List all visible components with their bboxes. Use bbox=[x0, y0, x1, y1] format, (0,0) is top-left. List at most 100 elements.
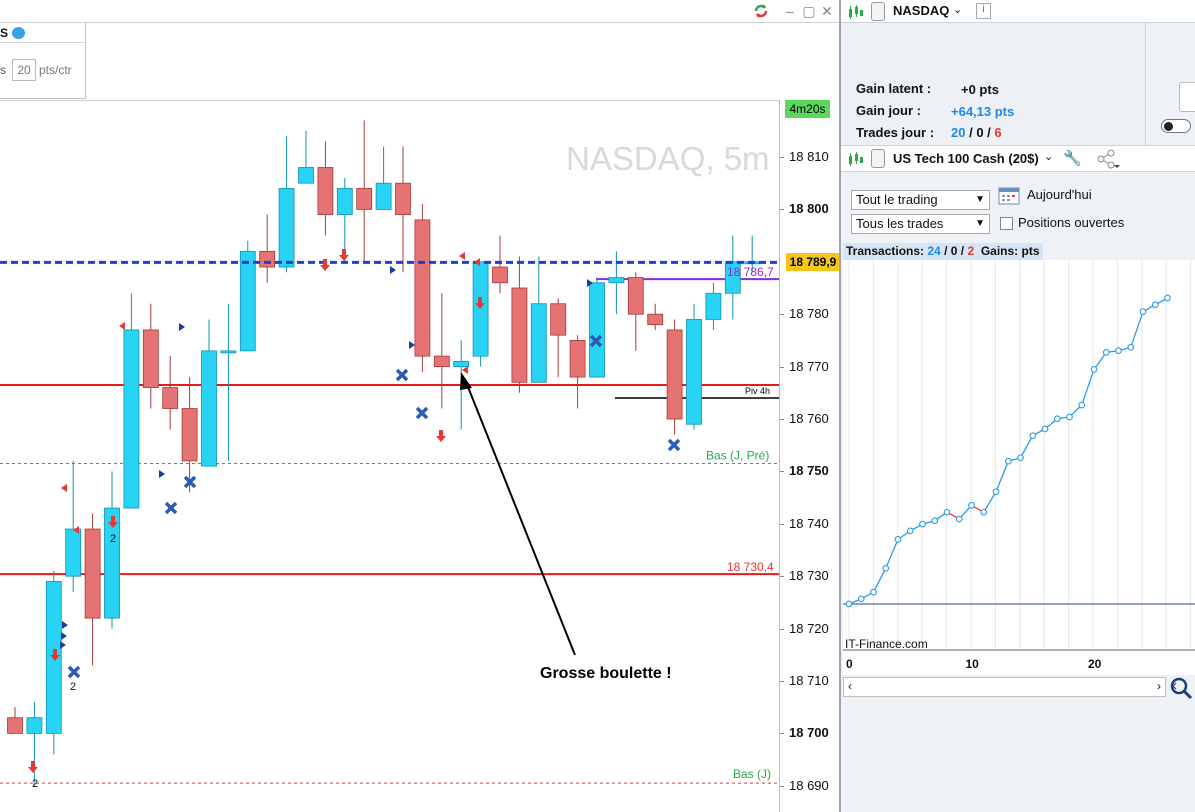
candle-body[interactable] bbox=[65, 528, 82, 577]
gains-summary: Gain latent : +0 pts Gain jour : +64,13 … bbox=[841, 23, 1146, 145]
pts-input[interactable]: 20 bbox=[12, 59, 36, 81]
candle-body[interactable] bbox=[705, 292, 722, 320]
candle-body[interactable] bbox=[123, 329, 140, 509]
trading-filter-select[interactable]: Tout le trading ▼ bbox=[851, 190, 990, 210]
info-icon[interactable]: i bbox=[976, 3, 991, 19]
candle-body[interactable] bbox=[220, 350, 237, 354]
equity-curve-chart[interactable]: IT-Finance.com 0 10 20 bbox=[843, 260, 1195, 675]
equity-point bbox=[980, 508, 988, 516]
candle-body[interactable] bbox=[162, 387, 179, 409]
calendar-icon[interactable] bbox=[998, 185, 1022, 210]
wrench-icon[interactable]: 🔧 bbox=[1063, 149, 1082, 167]
candle-body[interactable] bbox=[589, 282, 605, 378]
close-icon[interactable]: ✕ bbox=[818, 2, 836, 20]
trades-filter-select[interactable]: Tous les trades ▼ bbox=[851, 214, 990, 234]
axis-tick bbox=[780, 628, 784, 630]
candles-icon-2[interactable] bbox=[847, 151, 865, 170]
entry-marker bbox=[409, 341, 415, 349]
toggle-switch[interactable] bbox=[1161, 119, 1191, 133]
price-axis[interactable]: 18 810 18 800 18 780 18 770 18 760 18 750 18 7… bbox=[779, 100, 840, 812]
equity-point bbox=[1127, 343, 1135, 351]
trades-jour-losses: 6 bbox=[994, 125, 1002, 140]
equity-scrollbar[interactable]: ‹ › bbox=[843, 677, 1166, 697]
open-positions-label[interactable]: Positions ouvertes bbox=[1018, 215, 1124, 230]
candle-body[interactable] bbox=[453, 360, 470, 367]
candle-body[interactable] bbox=[317, 167, 334, 216]
chevron-down-icon[interactable]: ⌄ bbox=[953, 3, 962, 16]
candle-body[interactable] bbox=[530, 303, 547, 383]
share-icon[interactable] bbox=[1096, 149, 1120, 172]
axis-tick-label: 18 710 bbox=[789, 673, 829, 688]
chat-icon[interactable] bbox=[12, 27, 25, 39]
down-arrow-marker bbox=[320, 259, 330, 271]
link-icon-2[interactable] bbox=[871, 149, 885, 168]
candle-body[interactable] bbox=[433, 355, 450, 367]
candle-body[interactable] bbox=[298, 167, 314, 184]
annotation-text: Grosse boulette ! bbox=[540, 665, 672, 682]
candle-body[interactable] bbox=[492, 266, 508, 284]
candle-body[interactable] bbox=[239, 250, 256, 352]
candle-body[interactable] bbox=[569, 339, 586, 378]
candle-body[interactable] bbox=[647, 313, 664, 326]
order-panel-header: S bbox=[0, 26, 86, 43]
axis-tick-label: 18 730 bbox=[789, 568, 829, 584]
candle-body[interactable] bbox=[375, 182, 392, 210]
open-positions-checkbox[interactable] bbox=[1000, 217, 1013, 230]
equity-point bbox=[1053, 415, 1061, 423]
candle-body[interactable] bbox=[414, 219, 431, 357]
equity-point bbox=[857, 595, 865, 603]
refresh-icon[interactable] bbox=[752, 2, 770, 20]
axis-tick bbox=[780, 576, 784, 578]
chart-titlebar: – ▢ ✕ bbox=[0, 0, 839, 23]
chevron-down-icon-2[interactable]: ⌄ bbox=[1044, 150, 1053, 163]
candle-body[interactable] bbox=[278, 188, 295, 268]
candle-body[interactable] bbox=[84, 528, 101, 619]
side-input-box[interactable] bbox=[1179, 82, 1195, 112]
candle-body[interactable] bbox=[472, 261, 489, 357]
instrument-name[interactable]: NASDAQ bbox=[893, 3, 949, 18]
axis-tick bbox=[780, 366, 784, 368]
equity-watermark: IT-Finance.com bbox=[845, 637, 928, 651]
candle-body[interactable] bbox=[259, 250, 276, 268]
trading-panel: NASDAQ ⌄ i Gain latent : +0 pts Gain jou… bbox=[839, 0, 1195, 812]
candle-body[interactable] bbox=[26, 717, 43, 734]
candle-body[interactable] bbox=[181, 408, 198, 462]
entry-marker bbox=[60, 641, 66, 649]
maximize-icon[interactable]: ▢ bbox=[800, 2, 818, 20]
candle-body[interactable] bbox=[356, 188, 373, 210]
candle-body[interactable] bbox=[627, 277, 644, 315]
period-label[interactable]: Aujourd'hui bbox=[1027, 187, 1092, 202]
minimize-icon[interactable]: – bbox=[781, 2, 799, 20]
bas-j-pre-label: Bas (J, Pré) bbox=[706, 449, 769, 463]
trades-jour-label: Trades jour : bbox=[856, 125, 935, 140]
candle-body[interactable] bbox=[7, 717, 23, 734]
candle-body[interactable] bbox=[336, 188, 353, 216]
candle-body[interactable] bbox=[142, 329, 159, 388]
scroll-right-icon[interactable]: › bbox=[1157, 679, 1161, 693]
scroll-left-icon[interactable]: ‹ bbox=[848, 679, 852, 693]
candle-body[interactable] bbox=[666, 329, 683, 420]
equity-point bbox=[919, 520, 926, 528]
annotation-arrow-line bbox=[465, 381, 576, 656]
link-icon[interactable] bbox=[871, 2, 885, 21]
trading-filter-value: Tout le trading bbox=[856, 192, 938, 207]
pts-prefix: s bbox=[0, 63, 6, 77]
exit-marker bbox=[462, 366, 468, 374]
equity-point bbox=[1041, 425, 1049, 433]
candle-body[interactable] bbox=[511, 287, 528, 383]
trades-jour-wins: 20 bbox=[951, 125, 966, 140]
axis-tick bbox=[780, 157, 784, 158]
candles-icon[interactable] bbox=[847, 4, 865, 23]
candle-body[interactable] bbox=[608, 277, 625, 284]
zoom-icon[interactable] bbox=[1169, 676, 1195, 703]
axis-tick bbox=[780, 733, 784, 735]
equity-point bbox=[845, 600, 853, 608]
entry-marker bbox=[62, 621, 68, 629]
candle-body[interactable] bbox=[686, 319, 702, 425]
down-arrow-marker bbox=[436, 430, 446, 442]
candlestick-chart[interactable]: 18 786,7 Piv 4h Bas (J, Pré) 18 730,4 Bas (J… bbox=[0, 100, 839, 812]
candle-body[interactable] bbox=[395, 182, 411, 216]
product-name[interactable]: US Tech 100 Cash (20$) bbox=[893, 151, 1039, 166]
candle-body[interactable] bbox=[201, 350, 217, 467]
candle-body[interactable] bbox=[550, 303, 567, 336]
